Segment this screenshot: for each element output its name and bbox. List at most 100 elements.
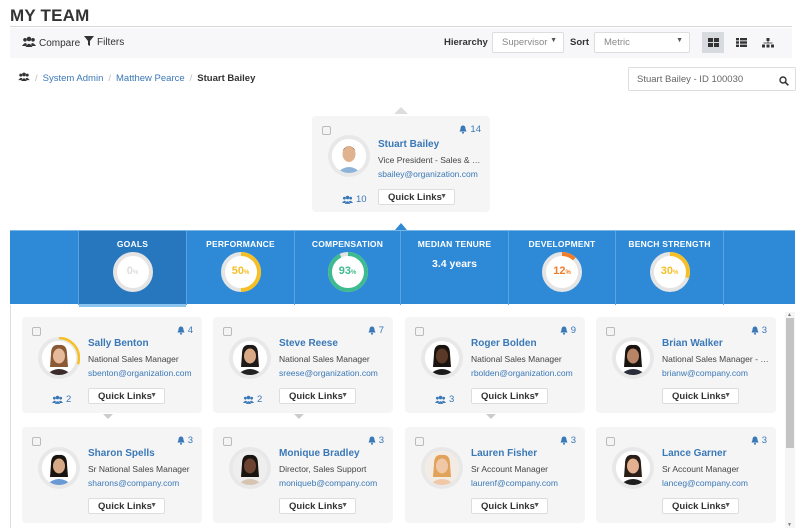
alerts-badge[interactable]: 3 <box>751 435 767 446</box>
person-name[interactable]: Sharon Spells <box>88 448 155 459</box>
alerts-count: 9 <box>570 325 576 336</box>
person-role: National Sales Manager <box>471 354 562 364</box>
select-checkbox[interactable] <box>415 437 424 446</box>
avatar-image <box>425 341 459 375</box>
avatar[interactable] <box>421 337 463 379</box>
quick-links-dropdown[interactable]: Quick Links ▼ <box>279 388 356 404</box>
team-icon <box>342 195 353 204</box>
metric-tab-bench-strength[interactable]: BENCH STRENGTH 30% <box>616 231 724 305</box>
person-email[interactable]: sharons@company.com <box>88 478 179 488</box>
bell-icon <box>177 326 185 335</box>
quick-links-dropdown[interactable]: Quick Links ▼ <box>88 498 165 514</box>
select-checkbox[interactable] <box>606 437 615 446</box>
progress-ring <box>38 337 80 379</box>
bell-icon <box>560 436 568 445</box>
scroll-down-arrow[interactable]: ▼ <box>787 522 792 528</box>
alerts-badge[interactable]: 4 <box>177 325 193 336</box>
person-email[interactable]: laurenf@company.com <box>471 478 558 488</box>
avatar[interactable] <box>38 447 80 489</box>
compare-button[interactable]: Compare <box>22 36 80 50</box>
avatar[interactable] <box>421 447 463 489</box>
hierarchy-select[interactable]: Supervisor ▼ <box>492 32 564 53</box>
employee-search <box>628 67 796 91</box>
bell-icon <box>368 436 376 445</box>
avatar[interactable] <box>229 337 271 379</box>
person-name[interactable]: Lance Garner <box>662 448 726 459</box>
person-name[interactable]: Monique Bradley <box>279 448 360 459</box>
breadcrumb-home-icon[interactable] <box>18 72 30 84</box>
metric-tab-performance[interactable]: PERFORMANCE 50% <box>187 231 295 305</box>
select-checkbox[interactable] <box>322 126 331 135</box>
page-title: MY TEAM <box>10 6 90 25</box>
alerts-badge[interactable]: 7 <box>368 325 384 336</box>
person-name[interactable]: Roger Bolden <box>471 338 537 349</box>
metric-tab-compensation[interactable]: COMPENSATION 93% <box>295 231 401 305</box>
quick-links-dropdown[interactable]: Quick Links ▼ <box>471 388 548 404</box>
quick-links-dropdown[interactable]: Quick Links ▼ <box>378 189 455 205</box>
metric-gauge: 12% <box>541 251 583 293</box>
search-icon[interactable] <box>779 73 789 91</box>
person-name[interactable]: Stuart Bailey <box>378 139 439 150</box>
person-role: Sr Account Manager <box>662 464 740 474</box>
quick-links-dropdown[interactable]: Quick Links ▼ <box>662 498 739 514</box>
select-checkbox[interactable] <box>606 327 615 336</box>
direct-reports-count[interactable]: 2 <box>52 394 71 405</box>
person-name[interactable]: Steve Reese <box>279 338 338 349</box>
alerts-badge[interactable]: 3 <box>368 435 384 446</box>
gauge-number: 93 <box>338 265 351 277</box>
alerts-badge[interactable]: 14 <box>459 124 481 135</box>
person-email[interactable]: sbailey@organization.com <box>378 169 478 179</box>
avatar[interactable] <box>612 337 654 379</box>
breadcrumb-system-admin[interactable]: System Admin <box>43 73 104 84</box>
expand-reports-arrow[interactable] <box>486 414 496 419</box>
direct-reports-count[interactable]: 3 <box>435 394 454 405</box>
alerts-badge[interactable]: 9 <box>560 325 576 336</box>
avatar[interactable] <box>38 337 80 379</box>
alerts-badge[interactable]: 3 <box>177 435 193 446</box>
metric-tab-goals[interactable]: GOALS 0% <box>79 231 187 307</box>
scrollbar[interactable]: ▲ ▼ <box>785 312 795 528</box>
metric-tab-median-tenure[interactable]: MEDIAN TENURE 3.4 years <box>401 231 509 305</box>
person-email[interactable]: moniqueb@company.com <box>279 478 377 488</box>
list-view-button[interactable] <box>730 32 752 53</box>
grid-view-button[interactable] <box>702 32 724 53</box>
person-email[interactable]: brianw@company.com <box>662 368 748 378</box>
expand-reports-arrow[interactable] <box>294 414 304 419</box>
avatar[interactable] <box>229 447 271 489</box>
chevron-down-icon: ▼ <box>533 502 540 509</box>
person-email[interactable]: lanceg@company.com <box>662 478 748 488</box>
breadcrumb-matthew-pearce[interactable]: Matthew Pearce <box>116 73 185 84</box>
metric-tab-development[interactable]: DEVELOPMENT 12% <box>509 231 616 305</box>
search-input[interactable] <box>629 68 769 90</box>
quick-links-dropdown[interactable]: Quick Links ▼ <box>471 498 548 514</box>
quick-links-dropdown[interactable]: Quick Links ▼ <box>662 388 739 404</box>
direct-reports-count[interactable]: 2 <box>243 394 262 405</box>
filters-button[interactable]: Filters <box>84 36 124 49</box>
select-checkbox[interactable] <box>32 437 41 446</box>
metrics-spacer <box>10 231 79 305</box>
quick-links-dropdown[interactable]: Quick Links ▼ <box>88 388 165 404</box>
quick-links-label: Quick Links <box>481 501 535 512</box>
person-email[interactable]: sbenton@organization.com <box>88 368 192 378</box>
person-name[interactable]: Brian Walker <box>662 338 723 349</box>
scroll-thumb[interactable] <box>786 318 794 448</box>
quick-links-dropdown[interactable]: Quick Links ▼ <box>279 498 356 514</box>
alerts-count: 3 <box>761 325 767 336</box>
person-email[interactable]: rbolden@organization.com <box>471 368 573 378</box>
select-checkbox[interactable] <box>223 437 232 446</box>
gauge-unit: % <box>350 270 357 276</box>
alerts-badge[interactable]: 3 <box>751 325 767 336</box>
person-name[interactable]: Sally Benton <box>88 338 149 349</box>
avatar[interactable] <box>612 447 654 489</box>
select-checkbox[interactable] <box>415 327 424 336</box>
org-chart-view-button[interactable] <box>757 32 779 53</box>
up-arrow[interactable] <box>394 107 408 114</box>
select-checkbox[interactable] <box>223 327 232 336</box>
direct-reports-count[interactable]: 10 <box>342 194 367 205</box>
select-checkbox[interactable] <box>32 327 41 336</box>
sort-select[interactable]: Metric ▼ <box>594 32 690 53</box>
person-email[interactable]: sreese@organization.com <box>279 368 378 378</box>
alerts-badge[interactable]: 3 <box>560 435 576 446</box>
person-name[interactable]: Lauren Fisher <box>471 448 537 459</box>
expand-reports-arrow[interactable] <box>103 414 113 419</box>
